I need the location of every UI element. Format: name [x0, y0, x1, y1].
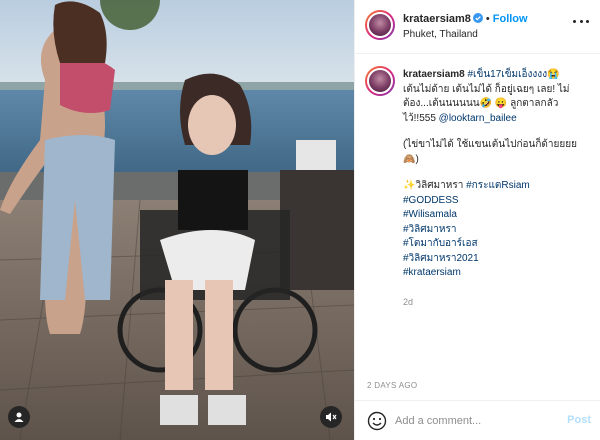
post-timestamp[interactable]: 2 DAYS AGO	[367, 381, 417, 390]
location-link[interactable]: Phuket, Thailand	[403, 29, 478, 40]
caption-username[interactable]: krataersiam8	[403, 69, 465, 80]
caption-text: krataersiam8 #เข็น17เข็มเอ็งงงง😭 เต้นไม่…	[403, 68, 589, 309]
comment-input[interactable]	[395, 409, 555, 433]
caption-hashtag[interactable]: #โตมากับอาร์เอส	[403, 237, 589, 252]
caption-sparkle-prefix: ✨วิลิศมาหรา	[403, 180, 464, 191]
caption-hashtag[interactable]: #วิลิศมาหรา2021	[403, 252, 589, 267]
post-header: krataersiam8 • Follow Phuket, Thailand	[355, 0, 600, 54]
more-options-icon[interactable]	[573, 18, 589, 24]
emoji-icon[interactable]	[367, 411, 387, 431]
follow-button[interactable]: Follow	[493, 13, 528, 25]
caption-text-line-2: (ไข่ขาไม่ได้ ใช้แขนเต้นไปก่อนก็ด้ายยยย🙈)	[403, 139, 577, 165]
author-avatar[interactable]	[365, 10, 395, 40]
caption-hashtag[interactable]: #วิลิศมาหรา	[403, 223, 589, 238]
comment-bar: Post	[355, 400, 600, 440]
caption-hashtag[interactable]: #krataersiam	[403, 266, 589, 281]
caption-author-avatar[interactable]	[365, 66, 395, 96]
post-comment-button[interactable]: Post	[567, 414, 591, 426]
caption-hashtag-intro[interactable]: #เข็น17เข็มเอ็งงงง😭	[468, 69, 560, 80]
caption-hashtag[interactable]: #Wilisamala	[403, 208, 589, 223]
separator-dot: •	[485, 13, 490, 25]
caption-hashtag[interactable]: #กระแตRsiam	[466, 180, 530, 191]
caption-age: 2d	[403, 296, 414, 307]
author-username[interactable]: krataersiam8	[403, 13, 471, 25]
video-frame	[0, 0, 354, 440]
verified-badge-icon	[472, 13, 483, 26]
user-tag-icon[interactable]	[8, 406, 30, 428]
caption-hashtag[interactable]: #GODDESS	[403, 194, 589, 209]
post-media-video[interactable]	[0, 0, 354, 440]
caption-area: krataersiam8 #เข็น17เข็มเอ็งงงง😭 เต้นไม่…	[355, 54, 600, 374]
sound-muted-icon[interactable]	[320, 406, 342, 428]
caption-mention[interactable]: @looktarn_bailee	[439, 113, 517, 124]
post-details-pane: krataersiam8 • Follow Phuket, Thailand kra…	[354, 0, 600, 440]
